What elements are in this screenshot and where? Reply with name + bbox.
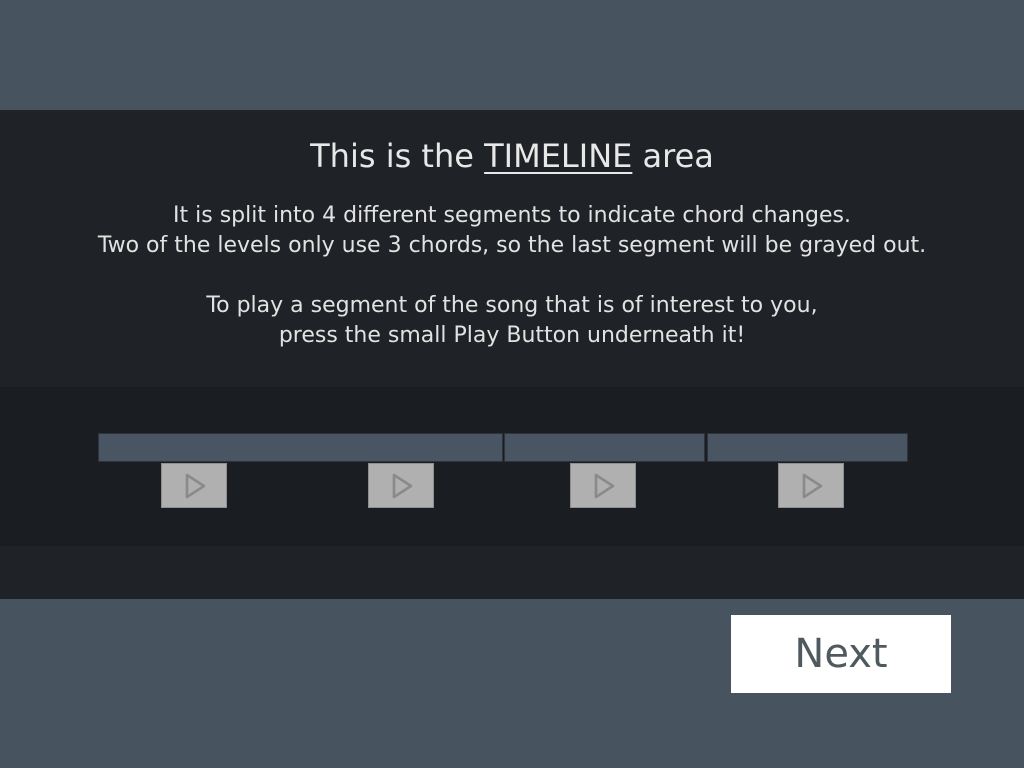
play-triangle-icon (392, 473, 413, 498)
timeline-area (0, 387, 1024, 546)
title-keyword: TIMELINE (484, 137, 633, 175)
play-triangle-icon (185, 473, 206, 498)
paragraph-line: press the small Play Button underneath i… (278, 323, 746, 348)
timeline-segment-1 (98, 433, 503, 462)
tutorial-title: This is the TIMELINE area (0, 136, 1024, 176)
next-button[interactable]: Next (731, 615, 951, 693)
timeline-segment-2 (504, 433, 705, 462)
paragraph-line: To play a segment of the song that is of… (206, 293, 818, 318)
timeline-segment-3 (707, 433, 908, 462)
paragraph-line: Two of the levels only use 3 chords, so … (97, 233, 927, 258)
play-triangle-icon (802, 473, 823, 498)
tutorial-paragraph-segments: It is split into 4 different segments to… (0, 201, 1024, 261)
segment-4-play-button[interactable] (778, 463, 844, 508)
play-triangle-icon (594, 473, 615, 498)
title-prefix: This is the (310, 137, 485, 175)
paragraph-line: It is split into 4 different segments to… (173, 203, 851, 228)
segment-1-play-button[interactable] (161, 463, 227, 508)
segment-2-play-button[interactable] (368, 463, 434, 508)
segment-3-play-button[interactable] (570, 463, 636, 508)
tutorial-paragraph-play: To play a segment of the song that is of… (0, 291, 1024, 351)
title-suffix: area (632, 137, 714, 175)
